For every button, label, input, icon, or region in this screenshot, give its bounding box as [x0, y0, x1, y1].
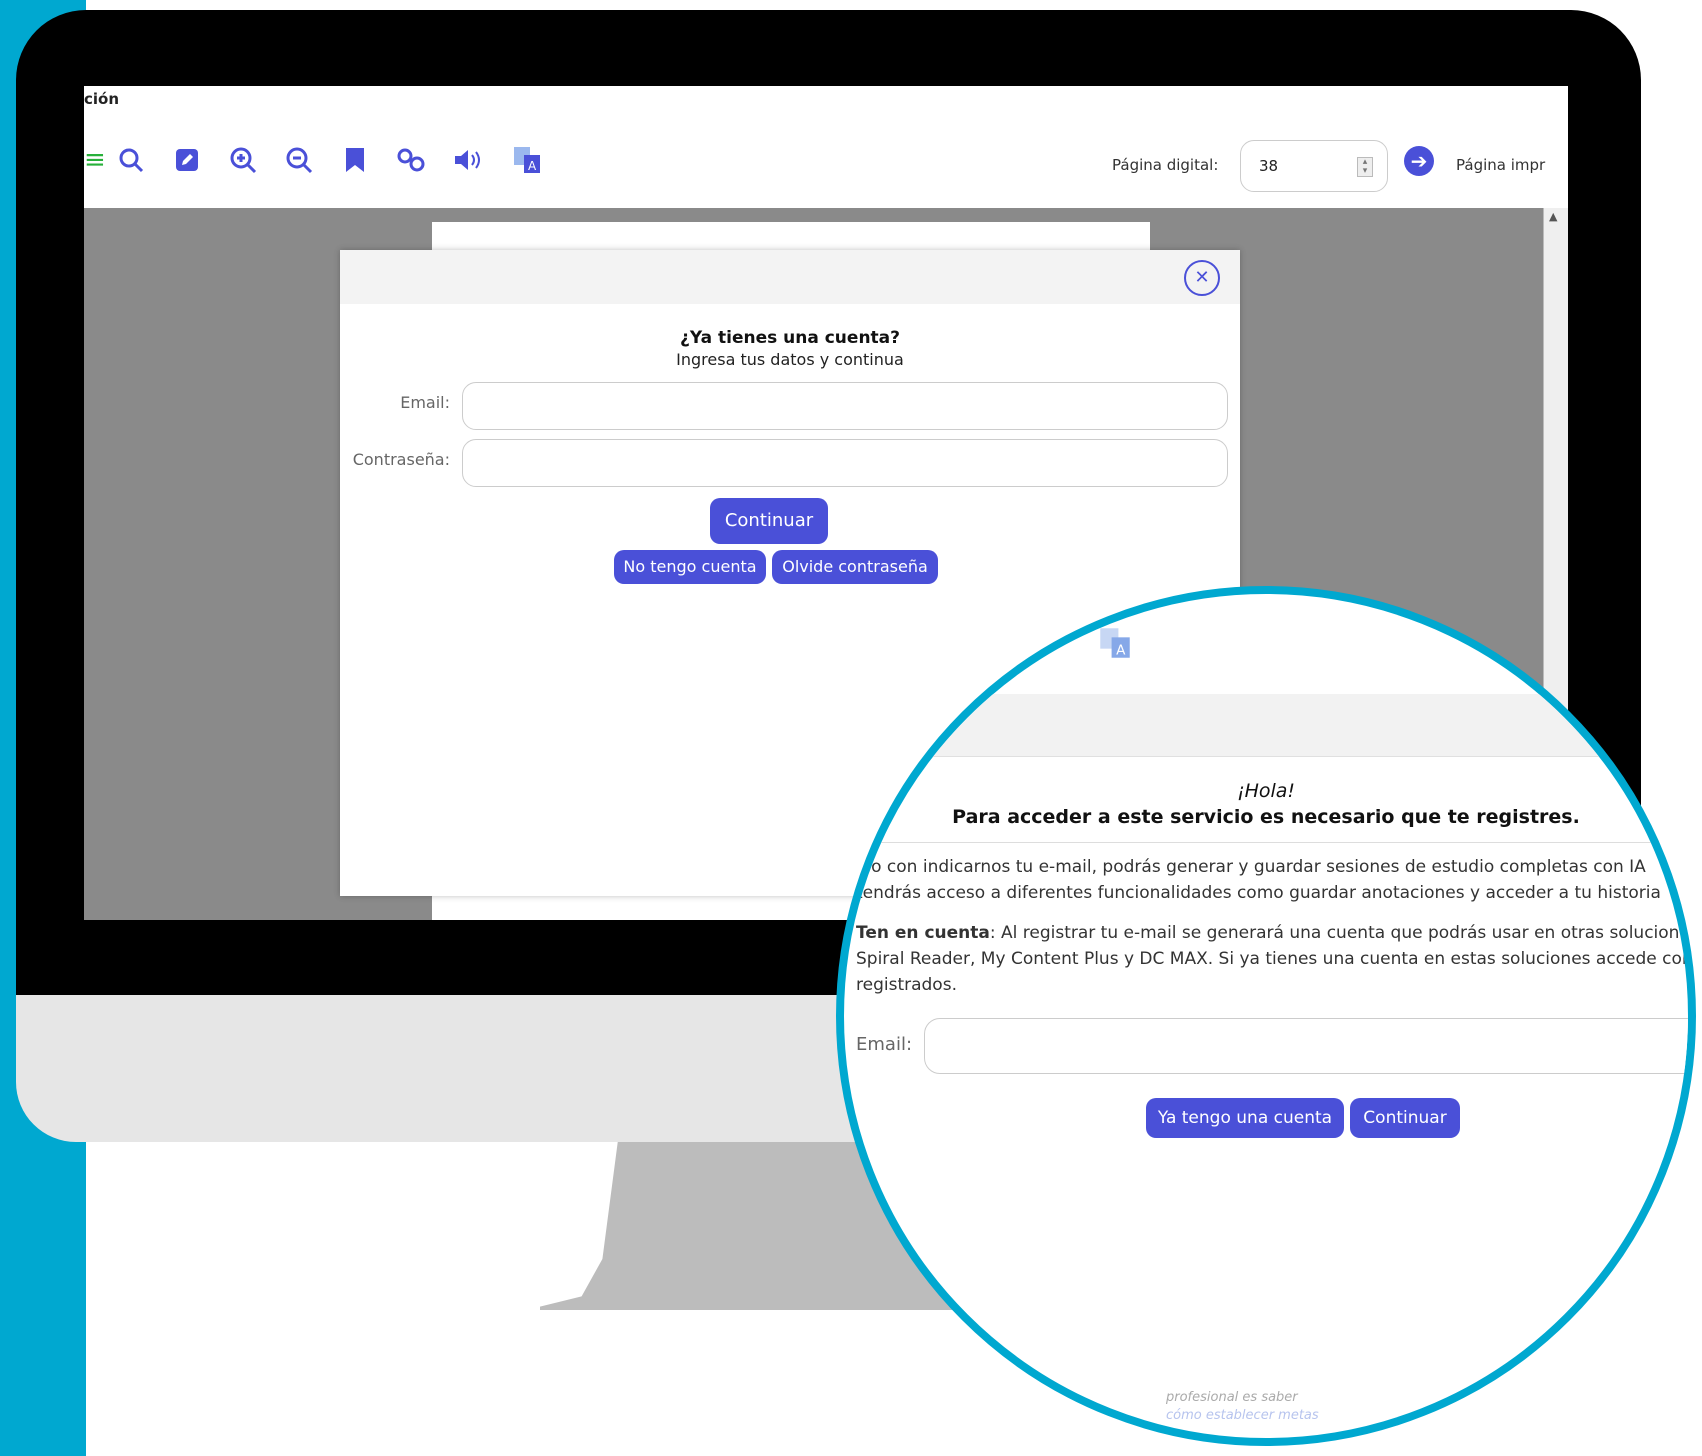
- go-arrow-icon[interactable]: ➔: [1404, 146, 1434, 176]
- page-text-line1: profesional es saber: [1166, 1390, 1298, 1405]
- zoom-out-icon[interactable]: [282, 140, 316, 180]
- forgot-password-button[interactable]: Olvide contraseña: [772, 550, 938, 584]
- search-icon[interactable]: [114, 140, 148, 180]
- scroll-up-icon[interactable]: ▲: [1549, 210, 1557, 223]
- screen-title: ción: [84, 90, 120, 108]
- digital-page-value: 38: [1259, 157, 1279, 175]
- login-email-input[interactable]: [462, 382, 1228, 430]
- bookmark-icon[interactable]: [338, 140, 372, 180]
- register-note-bold: Ten en cuenta: [856, 923, 990, 943]
- page-stepper[interactable]: ▴ ▾: [1357, 157, 1373, 177]
- zoom-callout-content: A ¡Hola! Para acceder a este servicio es…: [844, 594, 1693, 1438]
- no-account-button[interactable]: No tengo cuenta: [614, 550, 766, 584]
- login-email-label: Email:: [400, 393, 450, 412]
- register-note-line3: registrados.: [856, 975, 957, 995]
- translate-icon-zoomed: A: [1098, 626, 1132, 668]
- login-modal-header: ✕: [340, 250, 1240, 304]
- login-password-input[interactable]: [462, 439, 1228, 487]
- register-continue-button[interactable]: Continuar: [1350, 1098, 1460, 1138]
- login-subheading: Ingresa tus datos y continua: [676, 350, 904, 369]
- svg-text:A: A: [528, 159, 537, 173]
- link-icon[interactable]: [394, 140, 428, 180]
- register-text-line2: tendrás acceso a diferentes funcionalida…: [856, 883, 1661, 903]
- register-note-line2: Spiral Reader, My Content Plus y DC MAX.…: [856, 949, 1693, 969]
- register-greeting: ¡Hola!: [1236, 780, 1296, 802]
- translate-icon[interactable]: A: [510, 140, 544, 180]
- register-modal-header: [844, 694, 1688, 757]
- digital-page-input[interactable]: 38 ▴ ▾: [1240, 140, 1388, 192]
- login-password-label: Contraseña:: [352, 450, 450, 469]
- printed-page-label: Página impr: [1456, 156, 1546, 174]
- menu-icon[interactable]: ≡: [84, 140, 106, 180]
- register-text-line1: olo con indicarnos tu e-mail, podrás gen…: [856, 857, 1646, 877]
- register-subtitle: Para acceder a este servicio es necesari…: [952, 806, 1580, 828]
- register-note-line1: Ten en cuenta: Al registrar tu e-mail se…: [856, 920, 1690, 946]
- audio-icon[interactable]: [452, 140, 486, 180]
- reader-toolbar: ≡ A Página digital: 38 ▴ ▾ ➔ Página impr: [84, 140, 1568, 192]
- login-continue-button[interactable]: Continuar: [710, 498, 828, 544]
- register-email-label: Email:: [856, 1034, 913, 1055]
- edit-icon[interactable]: [170, 140, 204, 180]
- zoom-callout: A ¡Hola! Para acceder a este servicio es…: [836, 586, 1696, 1446]
- register-email-input[interactable]: [924, 1018, 1688, 1074]
- register-note-rest: : Al registrar tu e-mail se generará una…: [989, 923, 1690, 943]
- page-text-line2: cómo establecer metas: [1166, 1408, 1319, 1423]
- close-icon[interactable]: ✕: [1184, 260, 1220, 296]
- digital-page-label: Página digital:: [1112, 156, 1219, 174]
- zoom-in-icon[interactable]: [226, 140, 260, 180]
- have-account-button[interactable]: Ya tengo una cuenta: [1146, 1098, 1344, 1138]
- svg-text:A: A: [1116, 642, 1126, 658]
- login-heading: ¿Ya tienes una cuenta?: [679, 328, 901, 348]
- register-divider: [844, 842, 1688, 843]
